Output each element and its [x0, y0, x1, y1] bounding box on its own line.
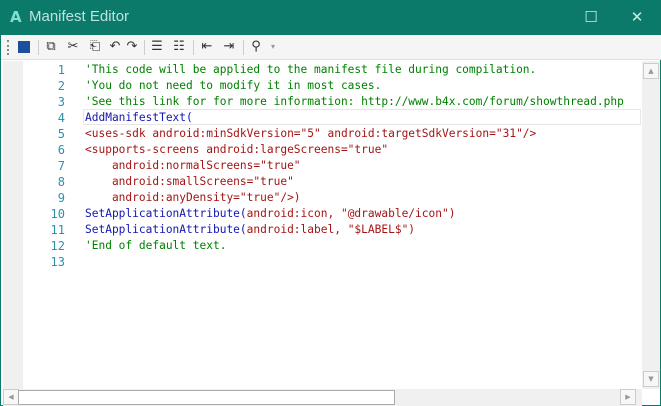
- window-title: Manifest Editor: [29, 8, 130, 25]
- overflow-icon[interactable]: ▾: [264, 38, 282, 56]
- code-line[interactable]: 'End of default text.: [85, 238, 226, 254]
- code-token: 'You do not need to modify it in most ca…: [85, 79, 382, 92]
- code-token: android:anyDensity="true"/>): [85, 191, 301, 204]
- line-number: 13: [50, 255, 65, 269]
- code-line[interactable]: AddManifestText(: [85, 110, 193, 126]
- line-number: 5: [57, 127, 65, 141]
- search-icon[interactable]: ⚲: [247, 38, 265, 56]
- scroll-up-arrow[interactable]: ▲: [643, 63, 659, 79]
- code-token: 'See this link for for more information:…: [85, 95, 624, 108]
- maximize-button[interactable]: ☐: [568, 1, 614, 35]
- line-number: 8: [57, 175, 65, 189]
- code-token: <uses-sdk android:minSdkVersion="5" andr…: [85, 127, 537, 140]
- line-number: 11: [50, 223, 65, 237]
- code-token: SetApplicationAttribute(: [85, 223, 247, 236]
- indent-icon[interactable]: ⇥: [220, 38, 238, 56]
- code-line[interactable]: <supports-screens android:largeScreens="…: [85, 142, 388, 158]
- scroll-right-arrow[interactable]: ▶: [620, 389, 636, 405]
- gutter: [3, 61, 23, 389]
- code-line[interactable]: <uses-sdk android:minSdkVersion="5" andr…: [85, 126, 536, 142]
- outdent-icon[interactable]: ⇤: [198, 38, 216, 56]
- code-token: <supports-screens android:largeScreens="…: [85, 143, 389, 156]
- uncomment-icon[interactable]: ☷: [170, 38, 188, 56]
- cut-icon[interactable]: ✂: [64, 38, 82, 56]
- line-number: 7: [57, 159, 65, 173]
- close-button[interactable]: ✕: [614, 1, 660, 35]
- line-number: 10: [50, 207, 65, 221]
- vertical-scrollbar[interactable]: ▲ ▼: [642, 61, 660, 389]
- code-line[interactable]: 'See this link for for more information:…: [85, 94, 624, 110]
- separator: [193, 40, 194, 55]
- code-line[interactable]: android:normalScreens="true": [85, 158, 301, 174]
- separator: [243, 40, 244, 55]
- code-token: AddManifestText(: [85, 111, 193, 124]
- title-bar: A Manifest Editor ☐ ✕: [1, 1, 661, 35]
- line-number: 12: [50, 239, 65, 253]
- line-number: 4: [57, 111, 65, 125]
- comment-icon[interactable]: ☰: [148, 38, 166, 56]
- separator: [144, 40, 145, 55]
- code-editor[interactable]: 1 'This code will be applied to the manif…: [3, 61, 642, 389]
- code-token: android:normalScreens="true": [85, 159, 301, 172]
- separator: [38, 40, 39, 55]
- horizontal-scrollbar[interactable]: ◀ ▶: [3, 389, 642, 406]
- save-icon[interactable]: [15, 38, 33, 56]
- code-line[interactable]: 'This code will be applied to the manife…: [85, 62, 536, 78]
- toolbar-grip[interactable]: [7, 40, 9, 55]
- minimize-button[interactable]: [524, 1, 570, 35]
- code-token: 'End of default text.: [85, 239, 227, 252]
- copy-icon[interactable]: ⧉: [42, 38, 60, 56]
- line-number: 1: [57, 63, 65, 77]
- line-number: 2: [57, 79, 65, 93]
- code-token: 'This code will be applied to the manife…: [85, 63, 537, 76]
- code-token: android:icon, "@drawable/icon"): [246, 207, 456, 220]
- code-line[interactable]: 'You do not need to modify it in most ca…: [85, 78, 381, 94]
- scroll-left-arrow[interactable]: ◀: [3, 389, 19, 405]
- line-number: 6: [57, 143, 65, 157]
- line-number: 3: [57, 95, 65, 109]
- line-number: 9: [57, 191, 65, 205]
- code-line[interactable]: SetApplicationAttribute(android:icon, "@…: [85, 206, 455, 222]
- code-line[interactable]: android:smallScreens="true": [85, 174, 294, 190]
- horizontal-scroll-thumb[interactable]: [18, 390, 395, 405]
- paste-icon[interactable]: ⎗: [86, 38, 104, 56]
- code-token: android:label, "$LABEL$"): [246, 223, 416, 236]
- redo-icon[interactable]: ↷: [123, 38, 141, 56]
- scroll-down-arrow[interactable]: ▼: [643, 371, 659, 387]
- toolbar: ⧉ ✂ ⎗ ↶ ↷ ☰ ☷ ⇤ ⇥ ⚲ ▾: [1, 35, 661, 60]
- code-token: android:smallScreens="true": [85, 175, 294, 188]
- undo-icon[interactable]: ↶: [106, 38, 124, 56]
- code-line[interactable]: SetApplicationAttribute(android:label, "…: [85, 222, 415, 238]
- code-token: SetApplicationAttribute(: [85, 207, 247, 220]
- app-icon: A: [10, 8, 22, 26]
- code-line[interactable]: android:anyDensity="true"/>): [85, 190, 301, 206]
